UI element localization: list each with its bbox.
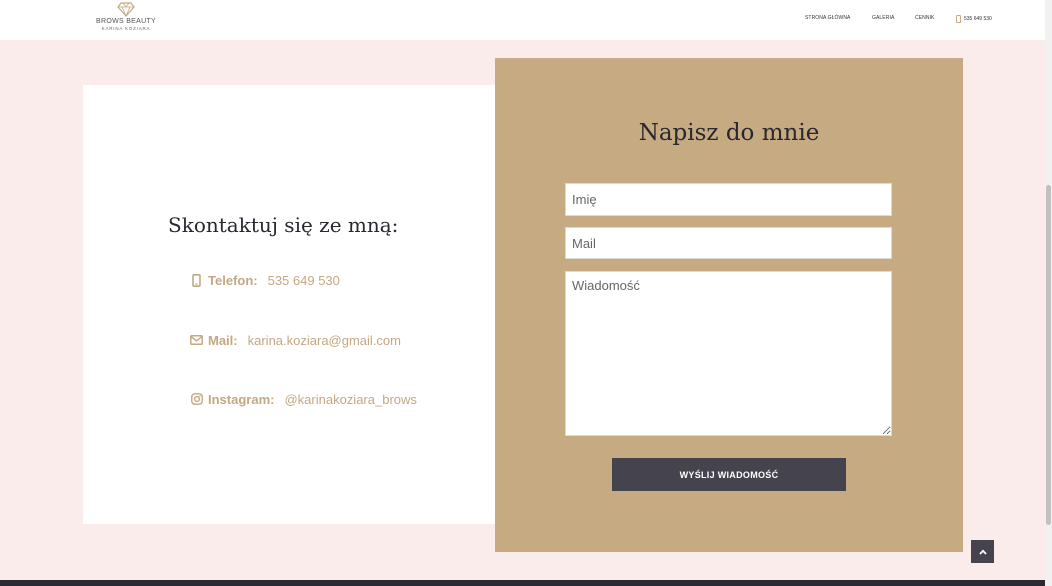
site-header: BROWS BEAUTY KARINA KOZIARA STRONA GŁÓWN… xyxy=(0,0,1045,40)
message-textarea[interactable] xyxy=(565,271,892,436)
contact-heading: Skontaktuj się ze mną: xyxy=(168,213,399,237)
diamond-icon xyxy=(117,2,135,17)
contact-mail-value[interactable]: karina.koziara@gmail.com xyxy=(248,333,401,348)
mobile-phone-icon xyxy=(956,15,961,23)
nav-phone-label: 535 649 530 xyxy=(964,16,992,22)
instagram-icon xyxy=(190,393,203,406)
footer-strip xyxy=(0,580,1045,586)
logo[interactable]: BROWS BEAUTY KARINA KOZIARA xyxy=(96,2,156,36)
envelope-icon xyxy=(190,334,203,347)
logo-title: BROWS BEAUTY xyxy=(96,18,156,25)
name-input[interactable] xyxy=(565,183,892,216)
contact-phone-row: Telefon: 535 649 530 xyxy=(190,270,340,290)
contact-mail-label: Mail: xyxy=(208,332,238,348)
mail-input[interactable] xyxy=(565,227,892,259)
mobile-phone-icon xyxy=(190,273,203,287)
scrollbar-thumb[interactable] xyxy=(1046,185,1051,525)
nav-gallery[interactable]: GALERIA xyxy=(872,15,894,25)
logo-subtitle: KARINA KOZIARA xyxy=(101,26,151,31)
contact-card xyxy=(83,85,503,524)
scroll-to-top-button[interactable] xyxy=(971,540,994,563)
contact-mail-row: Mail: karina.koziara@gmail.com xyxy=(190,330,401,350)
nav-home[interactable]: STRONA GŁÓWNA xyxy=(805,15,850,25)
nav-phone[interactable]: 535 649 530 xyxy=(956,14,992,24)
send-message-button[interactable]: WYŚLIJ WIADOMOŚĆ xyxy=(612,458,846,491)
page: BROWS BEAUTY KARINA KOZIARA STRONA GŁÓWN… xyxy=(0,0,1045,586)
contact-instagram-label: Instagram: xyxy=(208,391,275,407)
contact-instagram-value[interactable]: @karinakoziara_brows xyxy=(284,392,416,407)
nav-pricing[interactable]: CENNIK xyxy=(915,15,935,25)
page-scrollbar[interactable] xyxy=(1045,0,1052,586)
chevron-up-icon xyxy=(978,548,987,555)
contact-phone-value[interactable]: 535 649 530 xyxy=(268,273,340,288)
form-title: Napisz do mnie xyxy=(638,120,820,146)
contact-instagram-row: Instagram: @karinakoziara_brows xyxy=(190,389,417,409)
contact-phone-label: Telefon: xyxy=(208,272,258,288)
